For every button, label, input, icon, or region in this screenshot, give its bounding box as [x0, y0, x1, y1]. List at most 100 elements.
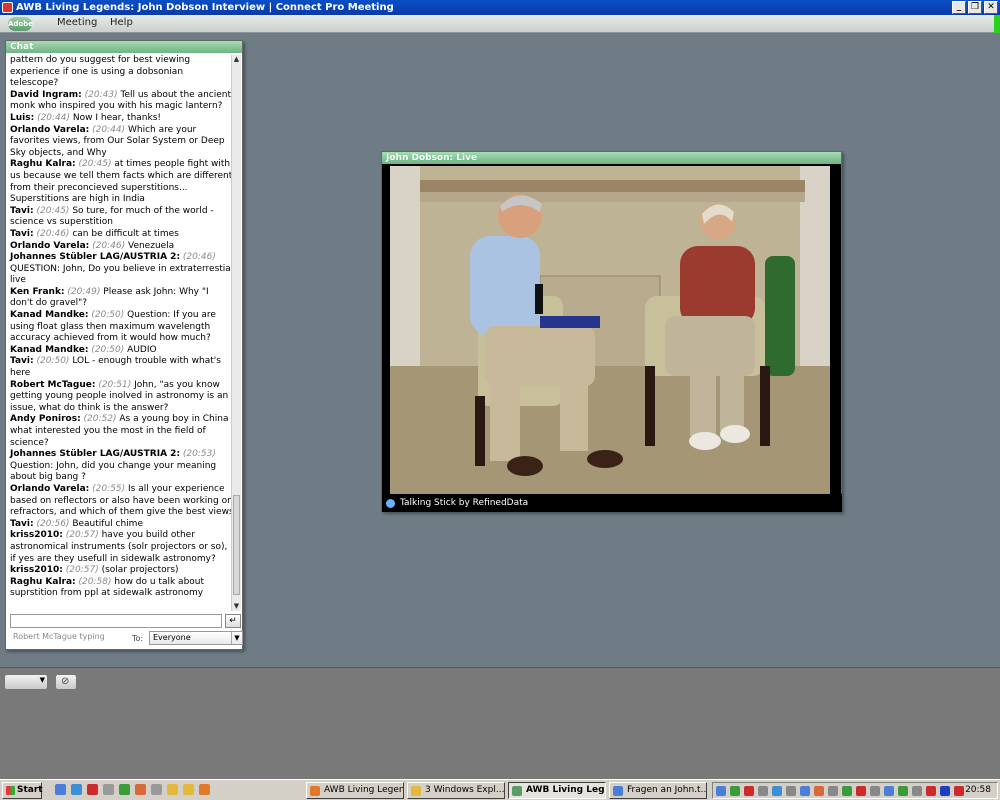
chat-message: Orlando Varela: (20:46) Venezuela — [10, 241, 234, 253]
folder-icon[interactable] — [183, 784, 194, 795]
chat-message: pattern do you suggest for best viewing … — [10, 55, 234, 90]
tool-icon[interactable] — [151, 784, 162, 795]
task-awb-firefox[interactable]: AWB Living Legen... — [306, 782, 404, 799]
video-pod-title: John Dobson: Live — [382, 152, 841, 164]
maximize-button[interactable]: ❐ — [968, 1, 982, 14]
chat-input[interactable] — [10, 614, 222, 628]
chat-sender: Robert McTague: — [10, 379, 96, 390]
task-label: AWB Living Leg... — [526, 785, 606, 795]
chat-message: kriss2010: (20:57) have you build other … — [10, 530, 234, 565]
firefox-icon[interactable] — [199, 784, 210, 795]
tray-icon[interactable] — [814, 786, 824, 796]
tray-icon[interactable] — [940, 786, 950, 796]
recipient-select[interactable]: Everyone ▼ — [149, 631, 243, 645]
chat-scrollbar[interactable]: ▲ ▼ — [231, 55, 241, 611]
chat-timestamp: (20:44) — [92, 124, 126, 135]
grid-icon[interactable] — [730, 786, 740, 796]
chat-sender: Orlando Varela: — [10, 483, 90, 494]
chat-message: David Ingram: (20:43) Tell us about the … — [10, 90, 234, 113]
tray-icon[interactable] — [828, 786, 838, 796]
chat-sender: Raghu Kalra: — [10, 576, 76, 587]
chat-sender: Luis: — [10, 112, 35, 123]
chat-timestamp: (20:57) — [65, 565, 99, 576]
alert-icon[interactable] — [744, 786, 754, 796]
scroll-down-arrow-icon[interactable]: ▼ — [232, 602, 241, 611]
network-icon[interactable] — [716, 786, 726, 796]
chat-message: Luis: (20:44) Now I hear, thanks! — [10, 113, 234, 125]
task-windows-explorer[interactable]: 3 Windows Expl... — [407, 782, 505, 799]
connect-icon — [512, 786, 522, 796]
chat-message: Tavi: (20:50) LOL - enough trouble with … — [10, 356, 234, 379]
chat-message: Tavi: (20:56) Beautiful chime — [10, 519, 234, 531]
chat-sender: kriss2010: — [10, 565, 63, 576]
pdf-icon[interactable] — [87, 784, 98, 795]
word-icon[interactable] — [103, 784, 114, 795]
chat-pod: Chat pattern do you suggest for best vie… — [5, 40, 243, 650]
tray-icon[interactable] — [786, 786, 796, 796]
chevron-down-icon[interactable]: ▼ — [40, 676, 45, 684]
tray-icon[interactable] — [912, 786, 922, 796]
to-label: To: — [132, 634, 144, 643]
scroll-up-arrow-icon[interactable]: ▲ — [232, 55, 241, 64]
tray-icon[interactable] — [898, 786, 908, 796]
chat-timestamp: (20:45) — [78, 159, 112, 170]
chat-message: Andy Poniros: (20:52) As a young boy in … — [10, 414, 234, 449]
send-button[interactable]: ↵ — [225, 614, 241, 628]
chat-sender: Kanad Mandke: — [10, 344, 89, 355]
browser-icon[interactable] — [71, 784, 82, 795]
chat-sender: Orlando Varela: — [10, 124, 90, 135]
chat-timestamp: (20:50) — [36, 356, 70, 367]
chat-text: AUDIO — [127, 344, 157, 355]
tray-icon[interactable] — [884, 786, 894, 796]
clock: 20:58 — [965, 785, 991, 795]
chat-message: Raghu Kalra: (20:45) at times people fig… — [10, 159, 234, 205]
chat-sender: Tavi: — [10, 205, 34, 216]
chat-sender: Tavi: — [10, 228, 34, 239]
chat-message: Johannes Stübler LAG/AUSTRIA 2: (20:46) … — [10, 252, 234, 287]
adobe-logo: Adobe — [8, 17, 33, 31]
task-awb-connect[interactable]: AWB Living Leg... — [508, 782, 606, 799]
audio-mute-button[interactable]: ⊘ — [55, 674, 77, 690]
window-title-bar: AWB Living Legends: John Dobson Intervie… — [0, 0, 1000, 15]
video-footer-text: Talking Stick by RefinedData — [400, 498, 529, 508]
task-fragen[interactable]: Fragen an John.t... — [609, 782, 707, 799]
video-pod: John Dobson: Live Talking Stick by Refin… — [381, 151, 842, 512]
menu-help[interactable]: Help — [110, 17, 133, 28]
typing-status: Robert McTague typing — [13, 632, 105, 641]
volume-icon[interactable] — [954, 786, 964, 796]
menu-meeting[interactable]: Meeting — [57, 17, 97, 28]
chat-sender: Orlando Varela: — [10, 240, 90, 251]
connection-status-indicator — [994, 15, 1000, 33]
close-button[interactable]: ✕ — [984, 1, 998, 14]
folder-icon[interactable] — [167, 784, 178, 795]
chat-timestamp: (20:50) — [91, 344, 125, 355]
tray-icon[interactable] — [800, 786, 810, 796]
scroll-thumb[interactable] — [233, 495, 240, 595]
chevron-down-icon[interactable]: ▼ — [231, 632, 242, 644]
chat-timestamp: (20:49) — [67, 286, 101, 297]
status-button[interactable]: ▼ — [4, 674, 48, 690]
chat-timestamp: (20:46) — [36, 228, 70, 239]
tray-icon[interactable] — [926, 786, 936, 796]
ie-icon[interactable] — [55, 784, 66, 795]
chat-text: Venezuela — [127, 240, 175, 251]
chat-message: Kanad Mandke: (20:50) AUDIO — [10, 345, 234, 357]
excel-icon[interactable] — [119, 784, 130, 795]
chat-sender: Johannes Stübler LAG/AUSTRIA 2: — [10, 449, 181, 460]
app-icon[interactable] — [135, 784, 146, 795]
tray-icon[interactable] — [870, 786, 880, 796]
chat-message: Ken Frank: (20:49) Please ask John: Why … — [10, 287, 234, 310]
chat-sender: Andy Poniros: — [10, 414, 81, 425]
minimize-button[interactable]: _ — [952, 1, 966, 14]
chat-message: Raghu Kalra: (20:58) how do u talk about… — [10, 577, 234, 600]
start-button[interactable]: Start — [2, 782, 43, 799]
chat-text: Question: John, did you change your mean… — [10, 460, 217, 483]
live-video-feed[interactable] — [390, 166, 830, 496]
tray-icon[interactable] — [842, 786, 852, 796]
task-label: 3 Windows Expl... — [425, 785, 505, 795]
chat-timestamp: (20:50) — [91, 310, 125, 321]
tray-icon[interactable] — [772, 786, 782, 796]
chat-text: (solar projectors) — [101, 565, 179, 576]
tray-icon[interactable] — [856, 786, 866, 796]
tray-icon[interactable] — [758, 786, 768, 796]
